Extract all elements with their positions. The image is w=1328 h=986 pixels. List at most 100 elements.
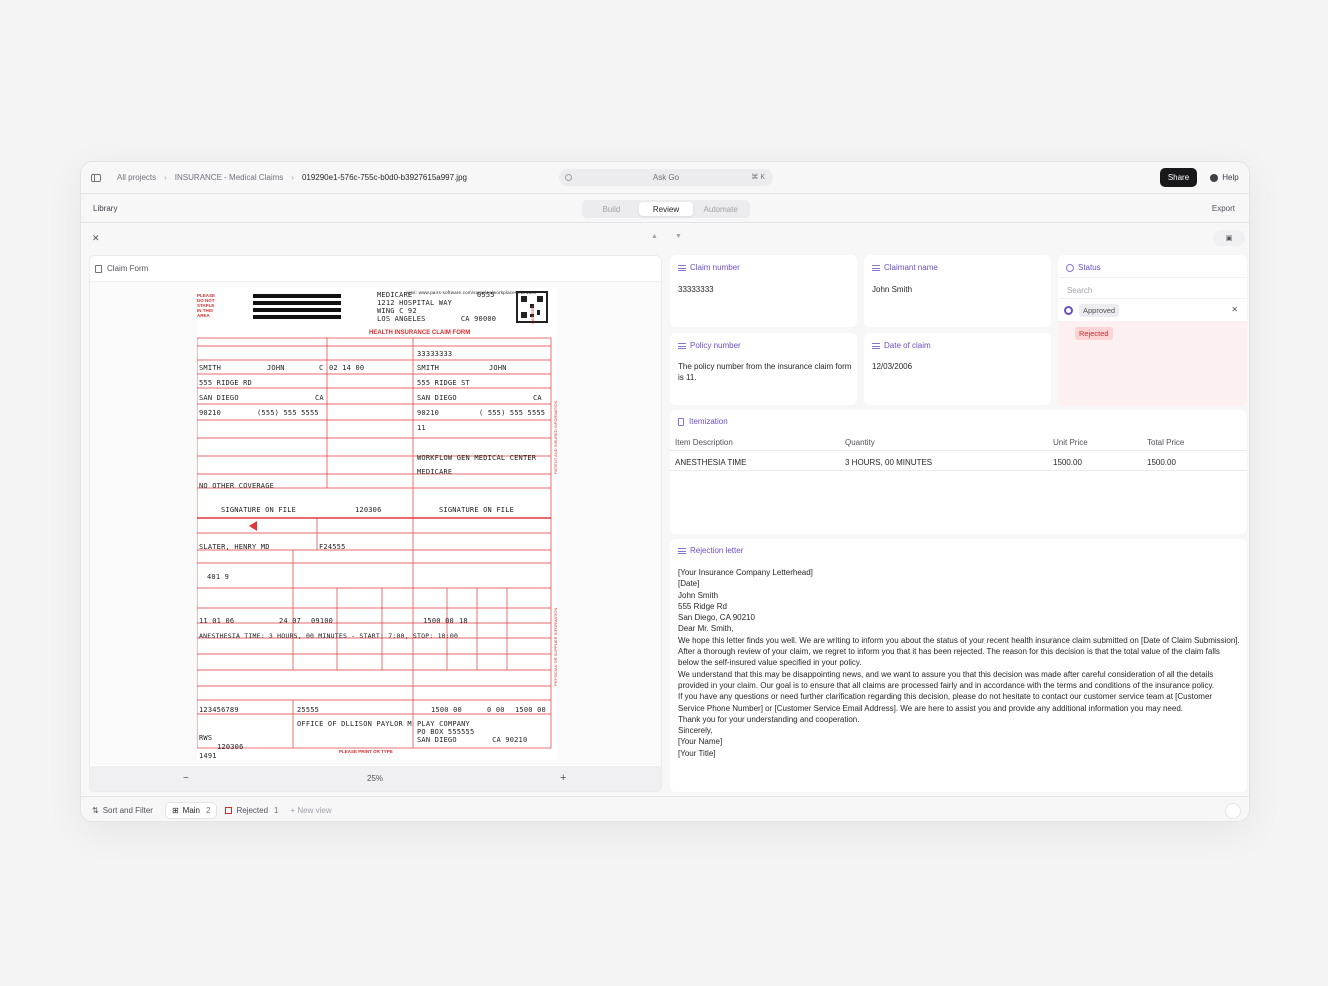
ask-go-input[interactable]: Ask Go ⌘ K xyxy=(559,169,773,186)
breadcrumb-chevron-icon: › xyxy=(164,173,167,182)
patient-dob: 02 14 00 xyxy=(329,364,365,372)
patient-signature: SIGNATURE ON FILE xyxy=(221,506,297,514)
letter-line: Dear Mr. Smith, xyxy=(678,624,734,634)
document-viewer[interactable]: visit: www.pairs-software.com/samples/wo… xyxy=(90,281,661,765)
form-grid xyxy=(197,291,552,749)
claim-number-card[interactable]: Claim number 33333333 xyxy=(670,255,857,327)
view-tab-rejected[interactable]: Rejected 1 xyxy=(225,806,278,815)
insured-id: 33333333 xyxy=(417,350,453,358)
status-label: Status xyxy=(1066,263,1101,272)
document-title-text: Claim Form xyxy=(107,264,149,273)
zoom-in-button[interactable]: + xyxy=(560,772,566,784)
export-button[interactable]: Export xyxy=(1212,204,1235,213)
app-window: All projects › INSURANCE - Medical Claim… xyxy=(80,161,1250,822)
status-icon xyxy=(1066,263,1074,272)
table-icon xyxy=(678,417,684,426)
document-panel: Claim Form visit: www.pairs-software.com… xyxy=(89,255,662,792)
cpt-code: 09100 xyxy=(311,617,334,625)
balance-due: 1500 00 xyxy=(515,706,546,714)
chevron-up-icon[interactable]: ▲ xyxy=(651,233,658,240)
date-of-claim-value: 12/03/2006 xyxy=(872,362,913,371)
rejection-letter-label: Rejection letter xyxy=(678,546,743,555)
status-option-rejected-row[interactable]: Rejected xyxy=(1058,321,1247,406)
cell-total-price[interactable]: 1500.00 xyxy=(1147,458,1176,467)
ask-go-label: Ask Go xyxy=(652,173,680,182)
patient-state: CA xyxy=(315,394,324,402)
signature-date: 120306 xyxy=(355,506,382,514)
cell-description[interactable]: ANESTHESIA TIME xyxy=(675,458,746,467)
print-note: PLEASE PRINT OR TYPE xyxy=(339,749,393,754)
date-of-claim-card[interactable]: Date of claim 12/03/2006 xyxy=(864,333,1051,405)
claimant-name-card[interactable]: Claimant name John Smith xyxy=(864,255,1051,327)
view-main-label: Main xyxy=(182,805,200,815)
rejection-letter-body: [Your Insurance Company Letterhead] [Dat… xyxy=(678,567,1240,759)
side-label-physician: PHYSICIAN OR SUPPLIER INFORMATION xyxy=(553,607,558,686)
facility-name: OFFICE OF DLLISON PAYLOR M xyxy=(297,720,412,728)
top-bar: All projects › INSURANCE - Medical Claim… xyxy=(81,162,1249,193)
rejection-letter-card[interactable]: Rejection letter [Your Insurance Company… xyxy=(670,539,1247,792)
policy-number-value: The policy number from the insurance cla… xyxy=(678,362,852,382)
document-icon xyxy=(95,264,102,273)
tab-build[interactable]: Build xyxy=(584,202,639,216)
tab-review[interactable]: Review xyxy=(638,202,694,216)
letter-line: Sincerely, xyxy=(678,726,713,736)
approved-tag: Approved xyxy=(1079,303,1120,317)
claimant-name-label: Claimant name xyxy=(872,263,938,272)
chevron-down-icon[interactable]: ▼ xyxy=(675,233,682,240)
letter-line: We hope this letter finds you well. We a… xyxy=(678,635,1240,645)
insured-last: SMITH xyxy=(417,364,440,372)
rejected-view-icon xyxy=(225,806,233,814)
view-rejected-label: Rejected xyxy=(236,805,269,815)
column-header-quantity: Quantity xyxy=(845,438,875,447)
place-of-service: 24 07 xyxy=(279,617,302,625)
assistant-icon[interactable] xyxy=(1225,803,1241,819)
sort-filter-button[interactable]: ⇅ Sort and Filter xyxy=(92,806,153,815)
zoom-out-button[interactable]: − xyxy=(183,773,189,784)
status-search-input[interactable]: Search xyxy=(1058,277,1247,299)
physician-signature: RWS xyxy=(199,734,213,742)
line-note: ANESTHESIA TIME: 3 HOURS, 00 MINUTES - S… xyxy=(199,632,459,640)
letter-line: After a thorough review of your claim, w… xyxy=(678,647,1220,668)
text-field-icon xyxy=(678,342,686,349)
letter-line: If you have any questions or need furthe… xyxy=(678,692,1213,713)
policy-number-card[interactable]: Policy number The policy number from the… xyxy=(670,333,857,405)
total-charge: 1500 00 xyxy=(431,706,462,714)
cell-quantity[interactable]: 3 HOURS, 00 MINUTES xyxy=(845,458,932,467)
zoom-bar: − 25% + xyxy=(90,766,661,791)
claim-number-value: 33333333 xyxy=(678,285,714,294)
letter-line: [Your Insurance Company Letterhead] xyxy=(678,568,813,577)
staple-warning: PLEASE DO NOT STAPLE IN THIS AREA xyxy=(197,293,216,318)
form-title: HEALTH INSURANCE CLAIM FORM xyxy=(369,330,471,336)
rejected-tag[interactable]: Rejected xyxy=(1075,327,1113,340)
lock-icon[interactable]: ▣ xyxy=(1213,230,1245,246)
header-divider xyxy=(670,450,1247,451)
patient-address: 555 RIDGE RD xyxy=(199,379,252,387)
other-coverage: NO OTHER COVERAGE xyxy=(199,482,275,490)
itemization-label: Itemization xyxy=(678,417,728,426)
view-tab-main[interactable]: ⊞ Main 2 xyxy=(164,801,218,819)
letter-line: John Smith xyxy=(678,590,719,600)
library-button[interactable]: Library xyxy=(93,204,117,213)
clear-icon[interactable]: ✕ xyxy=(1231,305,1238,314)
status-option-approved[interactable]: Approved ✕ xyxy=(1058,299,1247,321)
insured-zip: 90210 xyxy=(417,409,440,417)
letter-line: Thank you for your understanding and coo… xyxy=(678,714,860,724)
share-button[interactable]: Share xyxy=(1160,168,1197,187)
tab-automate[interactable]: Automate xyxy=(693,202,748,216)
shortcut-hint: ⌘ K xyxy=(751,174,765,181)
line-units: 18 xyxy=(459,617,468,625)
breadcrumb-all-projects[interactable]: All projects xyxy=(117,173,156,182)
help-button[interactable]: Help xyxy=(1202,168,1247,187)
text-field-icon xyxy=(872,264,880,271)
insured-address: 555 RIDGE ST xyxy=(417,379,470,387)
document-title: Claim Form xyxy=(95,264,148,273)
sidebar-toggle-icon[interactable] xyxy=(91,173,101,182)
cell-unit-price[interactable]: 1500.00 xyxy=(1053,458,1082,467)
close-icon[interactable]: ✕ xyxy=(92,233,100,244)
new-view-button[interactable]: + New view xyxy=(290,806,331,815)
claim-number-label: Claim number xyxy=(678,263,740,272)
patient-mi: C xyxy=(319,364,324,372)
help-icon xyxy=(1210,173,1219,182)
patient-account: 25555 xyxy=(297,706,320,714)
breadcrumb-project[interactable]: INSURANCE - Medical Claims xyxy=(175,173,283,182)
